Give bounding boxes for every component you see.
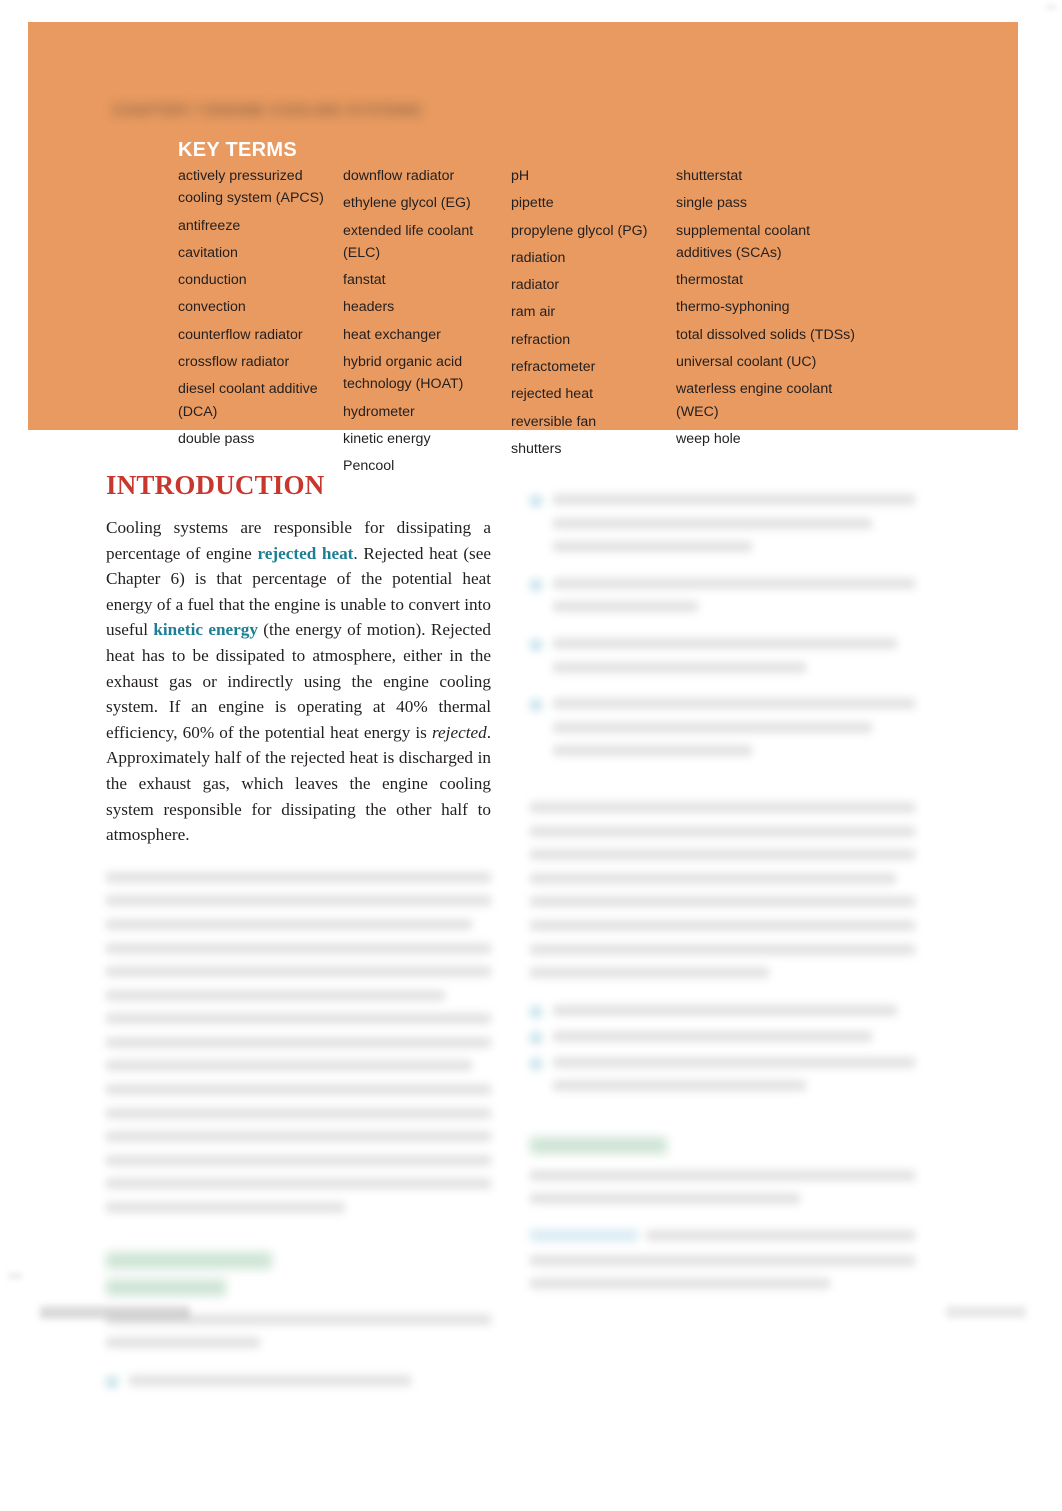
bullet-marker-icon (530, 1057, 542, 1070)
intro-italic-rejected: rejected (431, 722, 487, 742)
list-item (530, 1030, 915, 1044)
right-column-bullet-list-bottom (530, 1004, 915, 1117)
right-column-green-heading (530, 1136, 720, 1154)
key-term: counterflow radiator (178, 326, 303, 343)
bullet-marker-icon (530, 495, 542, 507)
key-term: double pass (178, 430, 255, 447)
highlighted-key-term[interactable] (530, 1229, 638, 1243)
key-terms-columns: actively pressurized cooling system (APC… (178, 165, 1008, 483)
key-term: ram air (511, 304, 556, 321)
footer-left-text (40, 1306, 190, 1319)
body-two-column-layout: INTRODUCTION Cooling systems are respons… (0, 470, 1062, 1388)
key-term: waterless engine coolant (WEC) (676, 381, 833, 420)
key-term: radiator (511, 277, 560, 294)
footer-page-number (946, 1306, 1026, 1318)
key-term: actively pressurized cooling system (APC… (178, 168, 324, 207)
left-column-green-heading (106, 1251, 336, 1296)
bullet-marker-icon (530, 1031, 542, 1044)
list-item (530, 1004, 915, 1018)
key-term: antifreeze (178, 217, 241, 234)
bullet-marker-icon (530, 699, 542, 712)
scan-edge-mark (8, 1272, 22, 1280)
list-item (106, 1374, 491, 1388)
left-column-blurred-paragraph (106, 871, 491, 1226)
key-term: conduction (178, 272, 247, 289)
left-column-bullet-list (106, 1374, 491, 1401)
right-column-blurred-paragraph (530, 801, 915, 991)
key-term: hybrid organic acid technology (HOAT) (343, 354, 464, 393)
key-term: reversible fan (511, 413, 597, 430)
key-term: refractometer (511, 359, 596, 376)
right-column-bullet-list-top (530, 494, 915, 782)
key-terms-panel: CHAPTER 7 ENGINE COOLING SYSTEMS KEY TER… (28, 22, 1018, 474)
key-term: rejected heat (511, 386, 594, 403)
document-page: CHAPTER 7 ENGINE COOLING SYSTEMS KEY TER… (0, 0, 1062, 1511)
scan-edge-mark (1046, 4, 1056, 10)
list-item (530, 577, 915, 625)
key-term: total dissolved solids (TDSs) (676, 326, 855, 343)
key-term: shutters (511, 440, 562, 457)
key-term: universal coolant (UC) (676, 354, 817, 371)
right-column (530, 470, 915, 1302)
list-item (530, 637, 915, 685)
key-term: kinetic energy (343, 430, 431, 447)
key-term: single pass (676, 195, 747, 212)
key-term: pipette (511, 195, 554, 212)
left-column: INTRODUCTION Cooling systems are respons… (106, 470, 491, 1401)
key-term: extended life coolant (ELC) (343, 222, 474, 261)
bullet-marker-icon (530, 1005, 542, 1018)
key-term: heat exchanger (343, 326, 441, 343)
key-term: cavitation (178, 244, 238, 261)
key-term: diesel coolant additive (DCA) (178, 381, 318, 420)
list-item (530, 698, 915, 769)
key-term: propylene glycol (PG) (511, 222, 648, 239)
introduction-heading: INTRODUCTION (106, 470, 325, 500)
key-terms-column-1: actively pressurized cooling system (APC… (178, 165, 343, 483)
page-footer (0, 1300, 1062, 1340)
key-term: refraction (511, 331, 571, 348)
key-terms-column-3: pH pipette propylene glycol (PG) radiati… (511, 165, 676, 483)
key-term: convection (178, 299, 246, 316)
key-terms-column-2: downflow radiator ethylene glycol (EG) e… (343, 165, 511, 483)
key-term: thermo-syphoning (676, 299, 790, 316)
key-terms-title: KEY TERMS (178, 139, 298, 161)
key-term: headers (343, 299, 395, 316)
introduction-paragraph: Cooling systems are responsible for diss… (106, 515, 491, 848)
key-terms-column-4: shutterstat single pass supplemental coo… (676, 165, 856, 483)
key-term: shutterstat (676, 168, 743, 184)
key-term: radiation (511, 249, 566, 266)
right-column-section-paragraph (530, 1169, 915, 1217)
key-term: pH (511, 168, 530, 184)
key-term-rejected-heat[interactable]: rejected heat (257, 544, 353, 563)
key-term: supplemental coolant additives (SCAs) (676, 222, 811, 261)
key-term: weep hole (676, 430, 741, 447)
key-term-kinetic-energy[interactable]: kinetic energy (153, 620, 258, 639)
right-column-highlighted-paragraph (530, 1229, 915, 1302)
chapter-running-head: CHAPTER 7 ENGINE COOLING SYSTEMS (112, 102, 422, 119)
bullet-marker-icon (530, 638, 542, 651)
key-term: crossflow radiator (178, 354, 290, 371)
key-term: hydrometer (343, 403, 415, 420)
key-term: downflow radiator (343, 168, 455, 184)
key-term: ethylene glycol (EG) (343, 195, 471, 212)
list-item (530, 1056, 915, 1104)
bullet-marker-icon (530, 578, 542, 591)
key-term: thermostat (676, 272, 744, 289)
list-item (530, 494, 915, 565)
key-term: fanstat (343, 272, 386, 289)
bullet-marker-icon (106, 1375, 118, 1388)
